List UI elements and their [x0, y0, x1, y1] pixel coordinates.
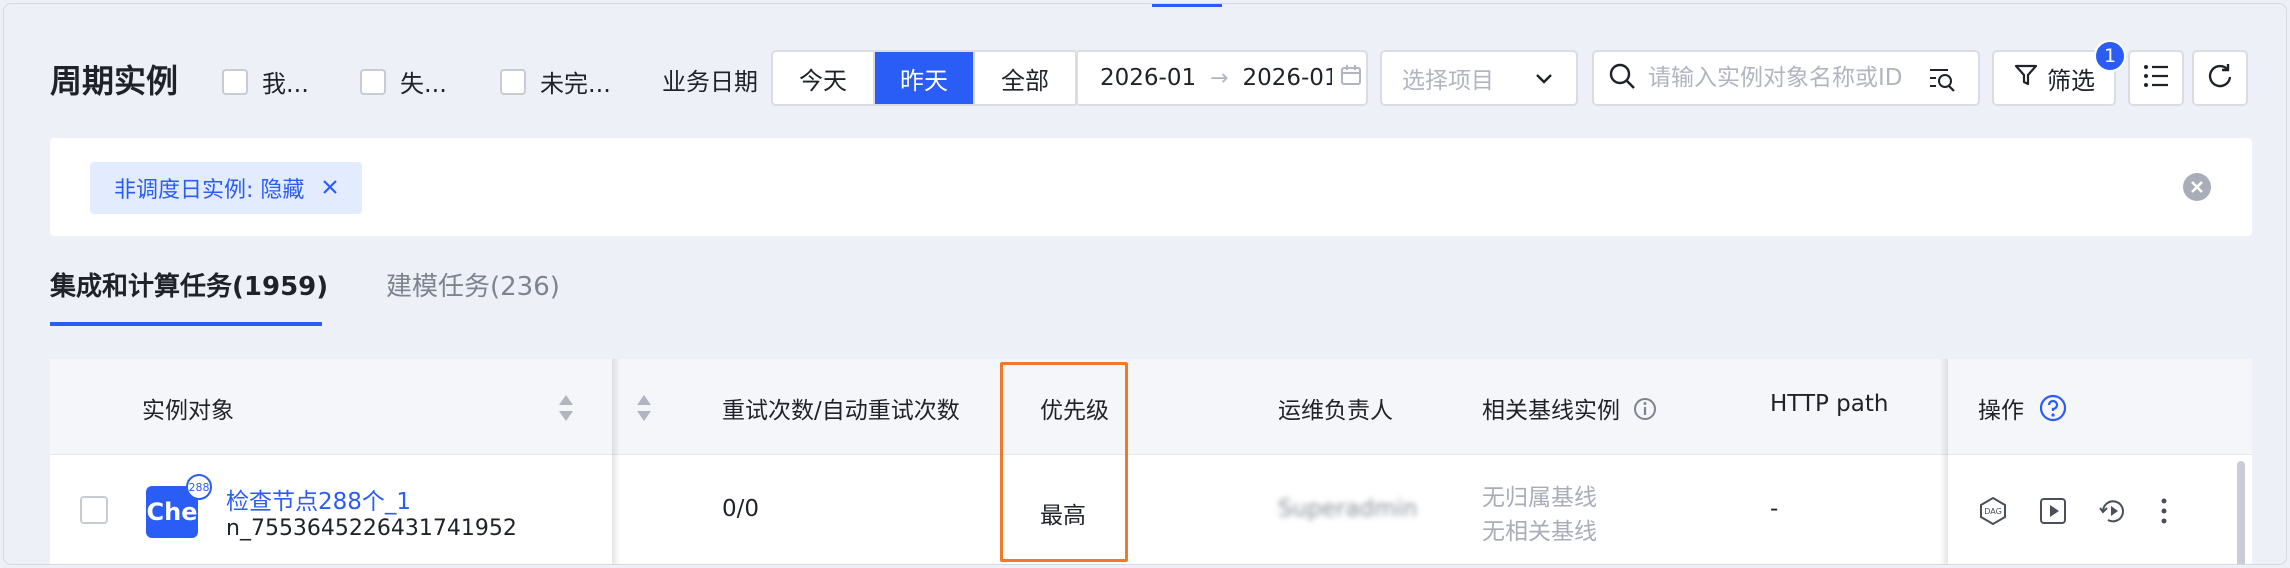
- sort-icon[interactable]: [558, 393, 574, 427]
- date-range-end[interactable]: 2026-01: [1242, 65, 1332, 91]
- search-icon: [1608, 62, 1636, 94]
- owner-value: Superadmin: [1278, 496, 1418, 522]
- arrow-right-icon: →: [1210, 65, 1229, 91]
- checkbox[interactable]: [222, 68, 248, 95]
- top-indicator: [1152, 4, 1222, 7]
- scan-search-icon[interactable]: [1928, 66, 1956, 96]
- row-actions: DAG: [1978, 496, 2170, 530]
- svg-text:DAG: DAG: [1984, 507, 2002, 516]
- filter-checkbox-mine[interactable]: 我...: [222, 64, 309, 99]
- chevron-down-icon: [1532, 66, 1556, 96]
- task-name-link[interactable]: 检查节点288个_1: [226, 482, 411, 516]
- header-ops: 操作: [1978, 391, 2067, 428]
- calendar-icon: [1340, 64, 1362, 92]
- more-icon[interactable]: [2158, 496, 2170, 530]
- filter-tag-label: 非调度日实例: 隐藏: [114, 178, 305, 203]
- checkbox-label: 失...: [400, 70, 447, 98]
- checkbox-label: 未完...: [540, 70, 611, 98]
- table-header: 实例对象 重试次数/自动重试次数 优先级 运维负责人 相关基线实例 HTTP p…: [50, 359, 2252, 455]
- tab-compute-tasks[interactable]: 集成和计算任务(1959): [50, 266, 328, 303]
- table-row[interactable]: Che 288 检查节点288个_1 n_7553645226431741952…: [50, 456, 2252, 564]
- filter-count-badge: 1: [2094, 40, 2126, 72]
- date-all-button[interactable]: 全部: [975, 52, 1077, 104]
- checkbox[interactable]: [500, 68, 526, 95]
- biz-date-label: 业务日期: [662, 68, 758, 96]
- close-icon[interactable]: [322, 176, 338, 201]
- rerun-icon[interactable]: [2098, 496, 2128, 530]
- header-http-path: HTTP path: [1770, 391, 1889, 417]
- page-title: 周期实例: [50, 62, 179, 100]
- checkbox[interactable]: [360, 68, 386, 95]
- funnel-icon: [2013, 62, 2039, 94]
- instance-table: 实例对象 重试次数/自动重试次数 优先级 运维负责人 相关基线实例 HTTP p…: [50, 359, 2252, 564]
- filter-tag: 非调度日实例: 隐藏: [90, 162, 363, 214]
- active-filter-bar: 非调度日实例: 隐藏: [50, 138, 2252, 236]
- project-select[interactable]: 选择项目: [1380, 50, 1578, 106]
- header-instance: 实例对象: [142, 398, 234, 424]
- node-count-badge: 288: [186, 474, 212, 500]
- header-owner: 运维负责人: [1278, 398, 1393, 424]
- vertical-scrollbar[interactable]: [2237, 461, 2245, 564]
- header-baseline: 相关基线实例: [1482, 391, 1657, 427]
- baseline-related: 无相关基线: [1482, 519, 1597, 545]
- column-settings-button[interactable]: [2128, 50, 2184, 106]
- app-frame: 周期实例 我... 失... 未完... 业务日期 今天 昨天 全部 2026-…: [3, 3, 2287, 565]
- sort-icon[interactable]: [636, 393, 652, 427]
- header-baseline-label: 相关基线实例: [1482, 398, 1620, 424]
- date-today-button[interactable]: 今天: [773, 52, 875, 104]
- priority-highlight-box: [1000, 362, 1128, 562]
- filter-button-label: 筛选: [2047, 66, 2095, 95]
- refresh-icon: [2206, 62, 2234, 94]
- help-icon[interactable]: [2039, 394, 2067, 428]
- project-select-placeholder: 选择项目: [1402, 68, 1494, 94]
- tab-modeling-tasks[interactable]: 建模任务(236): [386, 266, 560, 303]
- search-box: [1592, 50, 1980, 106]
- tab-active-indicator: [50, 322, 322, 326]
- retry-count: 0/0: [722, 496, 760, 522]
- date-segment-group: 今天 昨天 全部: [771, 50, 1079, 106]
- clear-filters-icon[interactable]: [2182, 172, 2212, 206]
- date-yesterday-button[interactable]: 昨天: [875, 52, 975, 104]
- filter-checkbox-incomplete[interactable]: 未完...: [500, 64, 611, 99]
- checkbox-label: 我...: [262, 70, 309, 98]
- date-range-start[interactable]: 2026-01: [1100, 65, 1196, 91]
- dag-icon[interactable]: DAG: [1978, 496, 2008, 530]
- baseline-belong: 无归属基线: [1482, 485, 1597, 511]
- list-icon: [2142, 63, 2170, 93]
- search-input[interactable]: [1648, 65, 1920, 91]
- task-id: n_7553645226431741952: [226, 516, 517, 541]
- filter-checkbox-failed[interactable]: 失...: [360, 64, 447, 99]
- info-icon[interactable]: [1633, 398, 1657, 427]
- header-retry: 重试次数/自动重试次数: [722, 398, 960, 424]
- row-checkbox[interactable]: [80, 496, 108, 524]
- http-path-value: -: [1770, 496, 1779, 522]
- header-ops-label: 操作: [1978, 398, 2024, 424]
- run-icon[interactable]: [2038, 496, 2068, 530]
- refresh-button[interactable]: [2192, 50, 2248, 106]
- date-range-picker[interactable]: 2026-01 → 2026-01: [1078, 50, 1368, 106]
